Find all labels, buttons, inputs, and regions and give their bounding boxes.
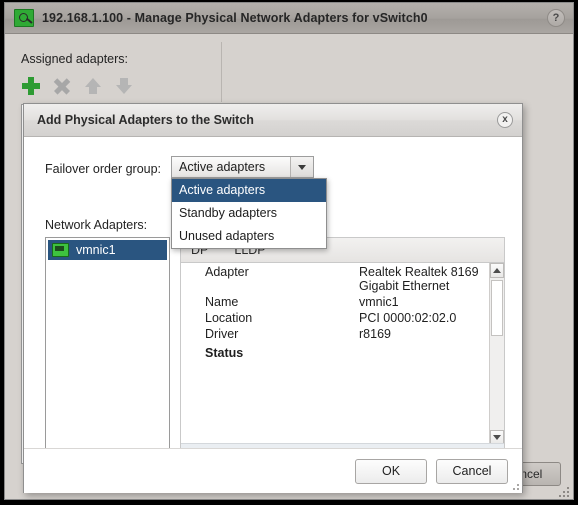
- network-adapter-icon: [14, 9, 34, 27]
- table-row: Name vmnic1: [181, 293, 488, 309]
- failover-order-group-select[interactable]: Active adapters: [171, 156, 314, 178]
- table-row: Adapter Realtek Realtek 8169 Gigabit Eth…: [181, 263, 488, 293]
- adapter-details-panel: DP LLDP Adapter Realtek Realtek 8169 Gig…: [180, 237, 505, 477]
- ok-button[interactable]: OK: [355, 458, 427, 484]
- network-adapters-list[interactable]: vmnic1: [45, 237, 170, 477]
- detail-key-adapter: Adapter: [205, 265, 249, 279]
- failover-order-group-label: Failover order group:: [45, 162, 162, 176]
- help-icon[interactable]: ?: [547, 9, 565, 27]
- chevron-down-icon[interactable]: [290, 157, 313, 177]
- dropdown-option-unused-adapters[interactable]: Unused adapters: [172, 225, 326, 248]
- dialog-body: Failover order group: Active adapters Ac…: [24, 137, 522, 493]
- detail-value-location: PCI 0000:02:02.0: [359, 311, 457, 325]
- details-scroll-area: Adapter Realtek Realtek 8169 Gigabit Eth…: [181, 263, 504, 445]
- network-adapters-label: Network Adapters:: [45, 218, 148, 232]
- nic-icon: [52, 243, 69, 257]
- failover-order-group-value: Active adapters: [179, 160, 266, 174]
- list-item-label: vmnic1: [76, 243, 116, 257]
- assigned-adapters-label: Assigned adapters:: [21, 52, 129, 66]
- table-row: Location PCI 0000:02:02.0: [181, 309, 488, 325]
- details-table: Adapter Realtek Realtek 8169 Gigabit Eth…: [181, 263, 488, 360]
- move-down-icon: [114, 76, 134, 96]
- close-icon[interactable]: x: [497, 112, 513, 128]
- detail-section-status-value: [355, 341, 488, 360]
- detail-key-location: Location: [205, 311, 253, 325]
- detail-key-driver: Driver: [205, 327, 239, 341]
- add-adapter-icon[interactable]: [21, 76, 41, 96]
- window-title: 192.168.1.100 - Manage Physical Network …: [42, 11, 428, 25]
- dialog-titlebar: Add Physical Adapters to the Switch x: [24, 104, 522, 137]
- detail-value-adapter: Realtek Realtek 8169 Gigabit Ethernet: [359, 265, 479, 293]
- detail-section-status: Status: [205, 346, 244, 360]
- panel-divider: [221, 42, 222, 102]
- detail-value-name: vmnic1: [359, 295, 399, 309]
- details-scrollbar[interactable]: [489, 263, 504, 445]
- failover-order-group-dropdown[interactable]: Active adapters Standby adapters Unused …: [171, 178, 327, 249]
- remove-adapter-icon: [52, 76, 72, 96]
- dialog-title: Add Physical Adapters to the Switch: [37, 113, 254, 127]
- host-titlebar: 192.168.1.100 - Manage Physical Network …: [5, 3, 573, 34]
- scrollbar-thumb[interactable]: [491, 280, 503, 336]
- host-resize-grip[interactable]: [557, 485, 569, 497]
- dropdown-option-active-adapters[interactable]: Active adapters: [172, 179, 326, 202]
- table-row: Status: [181, 341, 488, 360]
- move-up-icon: [83, 76, 103, 96]
- detail-key-name: Name: [205, 295, 239, 309]
- scroll-up-icon[interactable]: [490, 263, 504, 278]
- add-physical-adapters-dialog: Add Physical Adapters to the Switch x Fa…: [23, 103, 523, 493]
- detail-value-driver: r8169: [359, 327, 391, 341]
- list-item[interactable]: vmnic1: [48, 240, 167, 260]
- dialog-footer: OK Cancel: [24, 448, 522, 493]
- table-row: Driver r8169: [181, 325, 488, 341]
- dialog-resize-grip[interactable]: [508, 479, 519, 490]
- adapter-toolbar: [21, 76, 134, 96]
- cancel-button[interactable]: Cancel: [436, 458, 508, 484]
- dropdown-option-standby-adapters[interactable]: Standby adapters: [172, 202, 326, 225]
